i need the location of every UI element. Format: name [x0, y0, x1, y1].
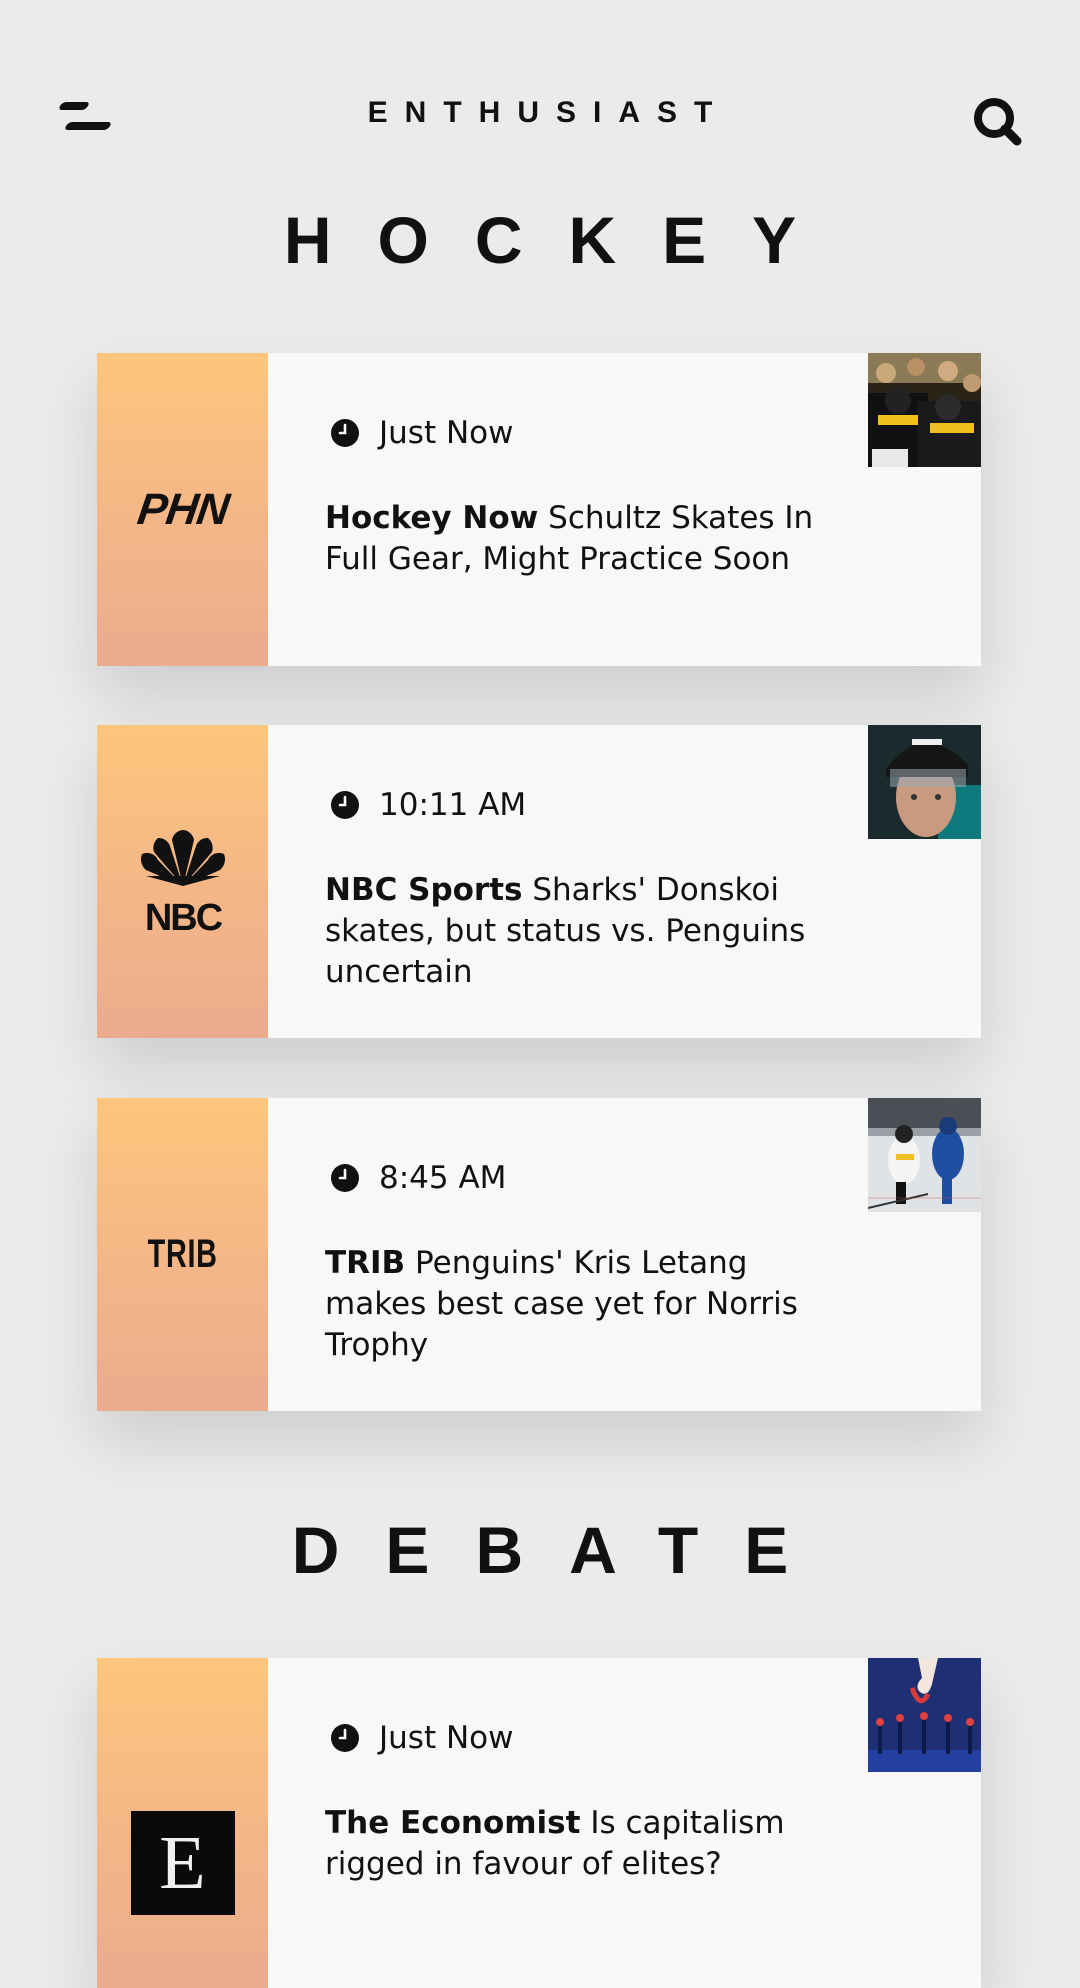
- article-headline[interactable]: Hockey Now Schultz Skates In Full Gear, …: [325, 498, 845, 580]
- article-thumbnail[interactable]: [868, 1098, 981, 1212]
- article-source: Hockey Now: [325, 500, 539, 536]
- clock-icon: [331, 791, 359, 819]
- source-logo-panel: TRIB: [97, 1098, 268, 1411]
- article-meta: 10:11 AM: [331, 787, 526, 823]
- article-source: NBC Sports: [325, 872, 523, 908]
- article-headline[interactable]: TRIB Penguins' Kris Letang makes best ca…: [325, 1243, 845, 1366]
- source-logo-panel: PHN: [97, 353, 268, 666]
- section-title-debate: DEBATE: [291, 1513, 835, 1587]
- article-meta: 8:45 AM: [331, 1160, 506, 1196]
- article-source: The Economist: [325, 1805, 581, 1841]
- section-title-hockey: HOCKEY: [283, 203, 843, 277]
- article-card[interactable]: NBC 10:11 AM NBC Sports Sharks' Donskoi …: [97, 725, 981, 1038]
- article-headline[interactable]: The Economist Is capitalism rigged in fa…: [325, 1803, 845, 1885]
- nbc-logo-text: NBC: [144, 897, 222, 934]
- article-thumbnail[interactable]: [868, 353, 981, 467]
- article-time: Just Now: [379, 415, 514, 451]
- clock-icon: [331, 1164, 359, 1192]
- article-card[interactable]: E Just Now The Economist Is capitalism r…: [97, 1658, 981, 1988]
- article-meta: Just Now: [331, 1720, 513, 1756]
- article-thumbnail[interactable]: [868, 1658, 981, 1772]
- article-card[interactable]: TRIB 8:45 AM TRIB Penguins' Kris Letang …: [97, 1098, 981, 1411]
- article-thumbnail[interactable]: [868, 725, 981, 839]
- source-logo-panel: NBC: [97, 725, 268, 1038]
- top-bar: ENTHUSIAST: [0, 0, 1080, 230]
- article-time: 8:45 AM: [379, 1160, 507, 1196]
- clock-icon: [331, 419, 359, 447]
- article-source: TRIB: [325, 1245, 406, 1281]
- clock-icon: [331, 1724, 359, 1752]
- article-time: 10:11 AM: [379, 787, 527, 823]
- economist-logo: E: [130, 1811, 235, 1915]
- search-icon[interactable]: [972, 96, 1024, 148]
- trib-logo: TRIB: [147, 1232, 218, 1276]
- source-logo-panel: E: [97, 1658, 268, 1988]
- article-meta: Just Now: [331, 415, 513, 451]
- phn-logo: PHN: [134, 484, 231, 534]
- article-time: Just Now: [379, 1720, 514, 1756]
- article-headline[interactable]: NBC Sports Sharks' Donskoi skates, but s…: [325, 870, 845, 993]
- article-card[interactable]: PHN Just Now Hockey Now Schultz Skates I…: [97, 353, 981, 666]
- brand-logo: ENTHUSIAST: [367, 96, 730, 129]
- nbc-peacock-logo: NBC: [140, 829, 225, 934]
